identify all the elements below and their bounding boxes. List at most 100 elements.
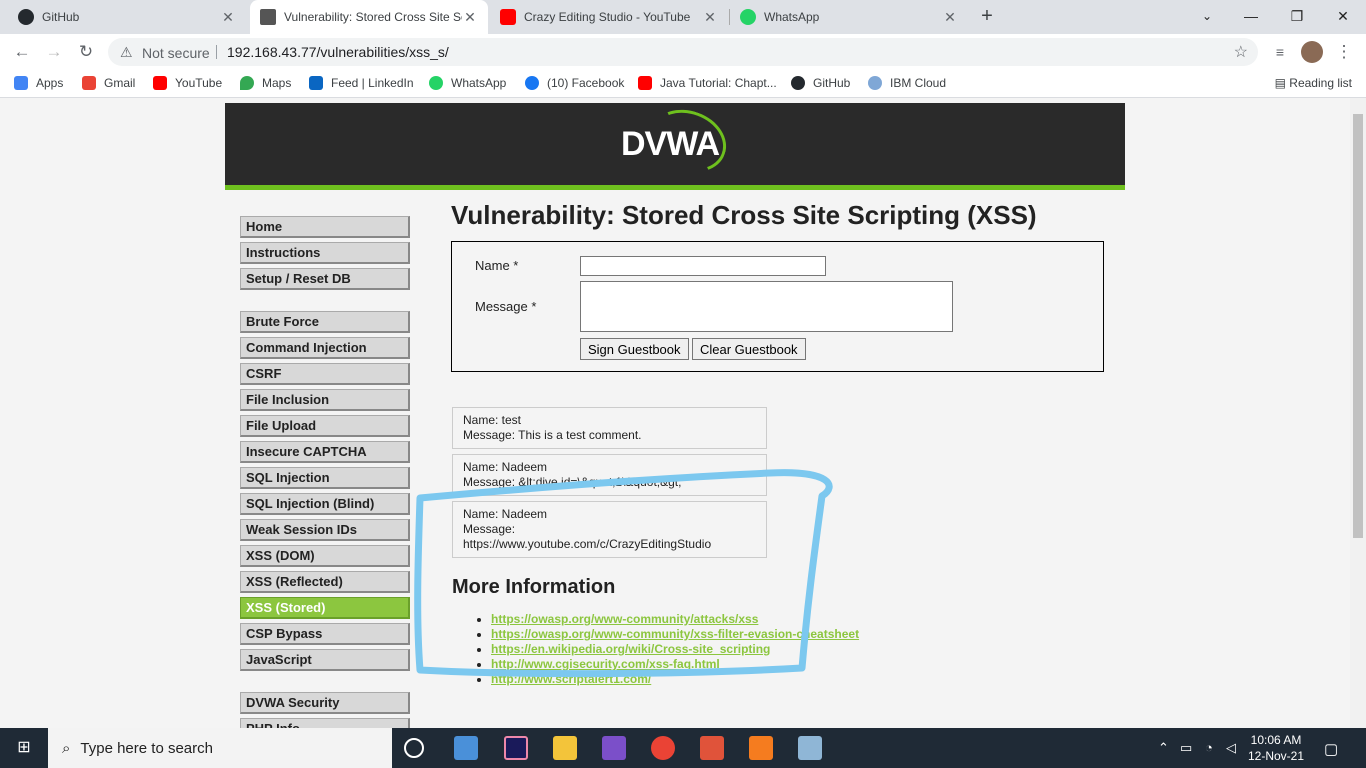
scrollbar[interactable] [1350,98,1366,728]
reload-icon[interactable]: ↻ [74,40,98,64]
entry-name: Name: Nadeem [463,507,548,521]
menu-item-command-injection[interactable]: Command Injection [240,337,410,359]
forward-icon[interactable]: → [42,40,66,64]
bookmark-gmail[interactable]: Gmail [82,76,135,90]
volume-icon[interactable]: ◁ [1226,740,1236,756]
bookmark-linkedin[interactable]: Feed | LinkedIn [309,76,414,90]
restore-icon[interactable]: ❐ [1284,4,1310,28]
bookmark-youtube[interactable]: YouTube [153,76,222,90]
reference-link[interactable]: https://owasp.org/www-community/attacks/… [491,612,758,626]
close-icon[interactable]: ✕ [462,9,478,26]
tab-github[interactable]: GitHub ✕ [8,0,246,34]
close-icon[interactable]: ✕ [942,9,958,26]
menu-item-file-upload[interactable]: File Upload [240,415,410,437]
taskbar-clock[interactable]: 10:06 AM 12-Nov-21 [1248,732,1304,764]
close-window-icon[interactable]: ✕ [1330,4,1356,28]
scrollbar-thumb[interactable] [1353,114,1363,538]
tab-youtube[interactable]: Crazy Editing Studio - YouTube ✕ [490,0,728,34]
menu-item-sql-injection-blind[interactable]: SQL Injection (Blind) [240,493,410,515]
clock-date: 12-Nov-21 [1248,749,1305,763]
guestbook-entry: Name: test Message: This is a test comme… [452,407,767,449]
bookmark-github[interactable]: GitHub [791,76,850,90]
menu-item-weak-session-ids[interactable]: Weak Session IDs [240,519,410,541]
minimize-icon[interactable]: — [1238,4,1264,28]
close-icon[interactable]: ✕ [220,9,236,26]
bookmark-apps[interactable]: Apps [14,76,63,90]
bookmark-label: YouTube [175,76,223,90]
bookmark-ibm-cloud[interactable]: IBM Cloud [868,76,946,90]
guestbook-entry: Name: Nadeem Message: &lt;dive id=\&quot… [452,454,767,496]
visual-studio-icon[interactable] [602,736,626,760]
menu-item-insecure-captcha[interactable]: Insecure CAPTCHA [240,441,410,463]
menu-item-javascript[interactable]: JavaScript [240,649,410,671]
menu-item-php-info[interactable]: PHP Info [240,718,410,728]
menu-item-home[interactable]: Home [240,216,410,238]
whatsapp-icon [429,76,443,90]
apps-grid-icon [14,76,28,90]
back-icon[interactable]: ← [10,40,34,64]
bookmark-maps[interactable]: Maps [240,76,291,90]
task-view-icon[interactable] [454,736,478,760]
sign-guestbook-button[interactable]: Sign Guestbook [580,338,689,360]
more-information-heading: More Information [452,576,616,598]
bookmark-star-icon[interactable]: ☆ [1234,42,1248,62]
bookmark-java-tutorial[interactable]: Java Tutorial: Chapt... [638,76,777,90]
tab-label: Vulnerability: Stored Cross Site Sc [284,10,462,24]
reference-link[interactable]: http://www.scriptalert1.com/ [491,672,651,686]
taskbar-search[interactable]: ⌕ Type here to search [48,728,392,768]
windows-taskbar: ⊞ ⌕ Type here to search ⌃ ▭ ◔ ◁ 10:06 AM… [0,728,1366,768]
new-tab-button[interactable]: + [976,6,998,28]
reference-link[interactable]: https://owasp.org/www-community/xss-filt… [491,627,859,641]
name-input[interactable] [580,256,826,276]
wifi-icon[interactable]: ◔ [1205,740,1213,755]
menu-item-xss-reflected[interactable]: XSS (Reflected) [240,571,410,593]
intellij-icon[interactable] [504,736,528,760]
media-control-icon[interactable]: ≡ [1268,40,1292,64]
notification-icon[interactable]: ▢ [1324,740,1338,758]
chrome-icon[interactable] [651,736,675,760]
security-label[interactable]: Not secure [142,45,210,61]
windows-start-icon[interactable]: ⊞ [0,728,48,768]
message-textarea[interactable] [580,281,953,332]
menu-item-csp-bypass[interactable]: CSP Bypass [240,623,410,645]
file-explorer-icon[interactable] [553,736,577,760]
bookmark-label: IBM Cloud [890,76,947,90]
notepad-icon[interactable] [700,736,724,760]
chevron-up-icon[interactable]: ⌃ [1158,740,1169,756]
tab-whatsapp[interactable]: WhatsApp ✕ [730,0,968,34]
menu-icon[interactable]: ⋮ [1332,40,1356,64]
tab-label: GitHub [42,10,80,24]
menu-item-file-inclusion[interactable]: File Inclusion [240,389,410,411]
menu-item-xss-stored[interactable]: XSS (Stored) [240,597,410,619]
reading-list-button[interactable]: ▤ Reading list [1275,76,1352,90]
bookmark-facebook[interactable]: (10) Facebook [525,76,624,90]
menu-item-xss-dom[interactable]: XSS (DOM) [240,545,410,567]
reference-link[interactable]: http://www.cgisecurity.com/xss-faq.html [491,657,720,671]
menu-item-csrf[interactable]: CSRF [240,363,410,385]
bookmark-whatsapp[interactable]: WhatsApp [429,76,506,90]
menu-item-instructions[interactable]: Instructions [240,242,410,264]
menu-item-setup-reset-db[interactable]: Setup / Reset DB [240,268,410,290]
address-bar[interactable]: ⚠ Not secure 192.168.43.77/vulnerabiliti… [108,38,1258,66]
avatar[interactable] [1300,40,1324,64]
battery-icon[interactable]: ▭ [1180,740,1192,756]
bookmark-label: Gmail [104,76,136,90]
menu-item-sql-injection[interactable]: SQL Injection [240,467,410,489]
notepad-editor-icon[interactable] [798,736,822,760]
maps-pin-icon [240,76,254,90]
menu-item-brute-force[interactable]: Brute Force [240,311,410,333]
close-icon[interactable]: ✕ [702,9,718,26]
menu-item-dvwa-security[interactable]: DVWA Security [240,692,410,714]
entry-message: Message: [463,522,516,536]
whatsapp-icon [740,9,756,25]
cortana-icon[interactable] [404,738,424,758]
reference-link[interactable]: https://en.wikipedia.org/wiki/Cross-site… [491,642,770,656]
bookmark-label: Java Tutorial: Chapt... [660,76,777,90]
tab-dvwa[interactable]: Vulnerability: Stored Cross Site Sc ✕ [250,0,488,34]
xampp-icon[interactable] [749,736,773,760]
tab-search-icon[interactable]: ⌄ [1194,4,1220,28]
clear-guestbook-button[interactable]: Clear Guestbook [692,338,806,360]
url-text[interactable]: 192.168.43.77/vulnerabilities/xss_s/ [227,44,449,60]
warning-icon[interactable]: ⚠ [120,44,133,61]
entry-name: Name: Nadeem [463,460,548,474]
